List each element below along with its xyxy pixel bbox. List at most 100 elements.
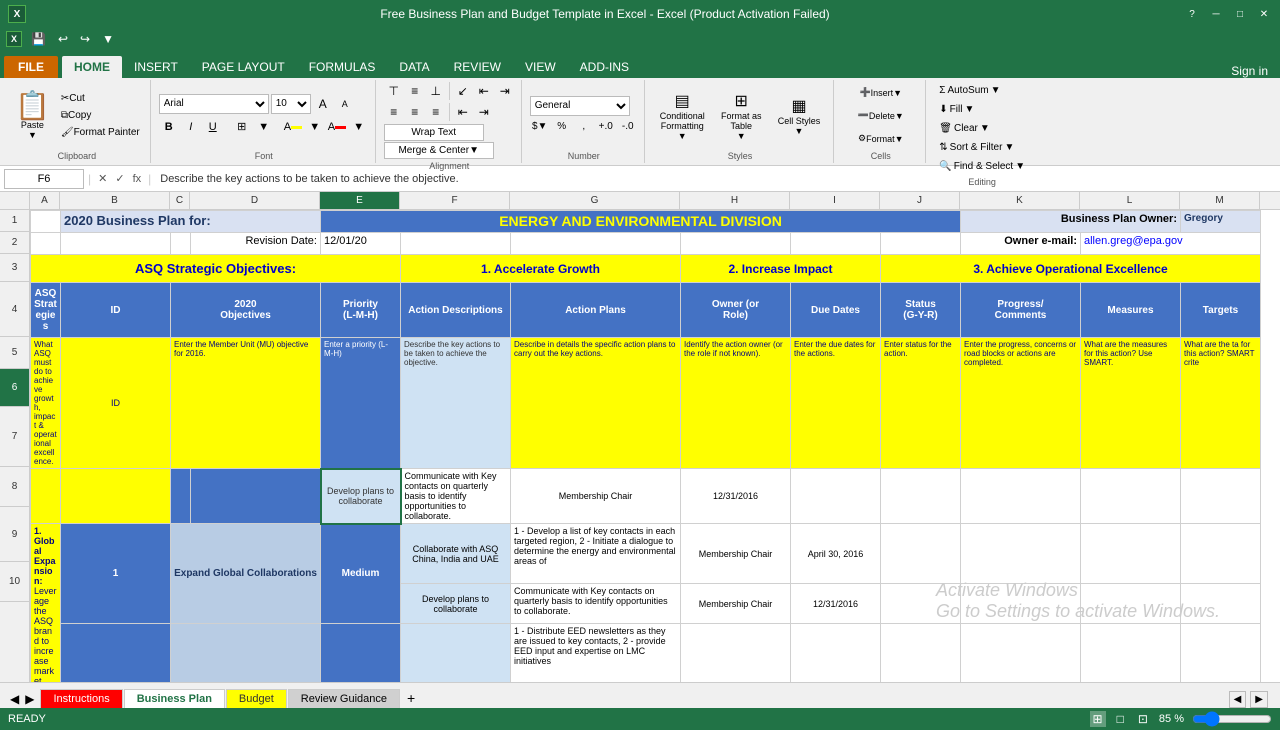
cell-b1[interactable]: 2020 Business Plan for:: [61, 211, 321, 233]
cell-b5[interactable]: ID: [61, 338, 171, 469]
cell-j2[interactable]: [881, 233, 961, 255]
maximize-button[interactable]: □: [1232, 6, 1248, 22]
addins-tab[interactable]: ADD-INS: [568, 56, 641, 78]
border-dropdown[interactable]: ▼: [254, 117, 274, 137]
autosum-button[interactable]: Σ AutoSum ▼: [934, 82, 1030, 99]
tab-prev-button[interactable]: ◀: [8, 690, 21, 708]
confirm-formula-button[interactable]: ✓: [112, 172, 127, 185]
font-color-dropdown[interactable]: ▼: [349, 117, 369, 137]
cell-k9[interactable]: [961, 624, 1081, 683]
col-header-a[interactable]: A: [30, 192, 60, 209]
cell-d6[interactable]: [191, 469, 321, 524]
undo-qa-button[interactable]: ↩: [55, 31, 71, 47]
view-tab[interactable]: VIEW: [513, 56, 568, 78]
format-painter-button[interactable]: 🖌 Format Painter: [57, 125, 144, 140]
cell-styles-dropdown[interactable]: ▼: [795, 126, 804, 136]
paste-button[interactable]: 📋 Paste ▼: [10, 89, 55, 143]
number-format-select[interactable]: General: [530, 96, 630, 116]
copy-button[interactable]: ⧉ Copy: [57, 108, 144, 123]
col-header-d[interactable]: D: [190, 192, 320, 209]
decimal-dec-button[interactable]: -.0: [618, 118, 638, 136]
cell-g4[interactable]: Action Plans: [511, 283, 681, 338]
format-as-table-dropdown[interactable]: ▼: [737, 131, 746, 141]
row-header-2[interactable]: 2: [0, 232, 29, 254]
cell-k6[interactable]: [961, 469, 1081, 524]
cancel-formula-button[interactable]: ✕: [95, 172, 110, 185]
cell-e9[interactable]: High: [321, 624, 401, 683]
col-header-j[interactable]: J: [880, 192, 960, 209]
cell-e6[interactable]: Develop plans to collaborate: [321, 469, 401, 524]
cell-k1[interactable]: Business Plan Owner:: [961, 211, 1181, 233]
col-header-k[interactable]: K: [960, 192, 1080, 209]
cell-g8[interactable]: Communicate with Key contacts on quarter…: [511, 584, 681, 624]
page-break-view-button[interactable]: ⊡: [1135, 711, 1151, 727]
cell-c9[interactable]: Increase Global Member Growth: [171, 624, 321, 683]
cell-c6[interactable]: [171, 469, 191, 524]
cell-j6[interactable]: [881, 469, 961, 524]
cell-f6[interactable]: Communicate with Key contacts on quarter…: [401, 469, 511, 524]
format-cells-button[interactable]: ⚙ Format ▼: [851, 128, 911, 149]
text-direction-button[interactable]: ↙: [453, 82, 473, 100]
cell-m8[interactable]: [1181, 584, 1261, 624]
budget-tab[interactable]: Budget: [226, 689, 287, 708]
sort-filter-dropdown[interactable]: ▼: [1004, 142, 1014, 153]
name-box[interactable]: [4, 169, 84, 189]
cell-m6[interactable]: [1181, 469, 1261, 524]
cell-m7[interactable]: [1181, 524, 1261, 584]
delete-cells-button[interactable]: ➖ Delete ▼: [851, 105, 911, 126]
cell-h3[interactable]: 2. Increase Impact: [681, 255, 881, 283]
cell-i7[interactable]: April 30, 2016: [791, 524, 881, 584]
cell-b2[interactable]: [61, 233, 171, 255]
cell-j5[interactable]: Enter status for the action.: [881, 338, 961, 469]
cell-m9[interactable]: [1181, 624, 1261, 683]
data-tab[interactable]: DATA: [387, 56, 441, 78]
cell-f8[interactable]: Develop plans to collaborate: [401, 584, 511, 624]
cell-a5[interactable]: What ASQ must do to achieve growth, impa…: [31, 338, 61, 469]
add-sheet-button[interactable]: +: [401, 688, 421, 708]
cell-l8[interactable]: [1081, 584, 1181, 624]
font-size-decrease[interactable]: A: [335, 94, 355, 114]
cell-f4[interactable]: Action Descriptions: [401, 283, 511, 338]
cell-e2[interactable]: 12/01/20: [321, 233, 401, 255]
cell-a1[interactable]: [31, 211, 61, 233]
review-tab[interactable]: REVIEW: [442, 56, 513, 78]
comma-button[interactable]: ,: [574, 118, 594, 136]
cell-e4[interactable]: Priority(L-M-H): [321, 283, 401, 338]
review-guidance-tab[interactable]: Review Guidance: [288, 689, 400, 708]
cell-l9[interactable]: [1081, 624, 1181, 683]
decimal-inc-button[interactable]: +.0: [596, 118, 616, 136]
formula-input[interactable]: [155, 169, 1276, 189]
cell-a2[interactable]: [31, 233, 61, 255]
cell-e1[interactable]: ENERGY AND ENVIRONMENTAL DIVISION: [321, 211, 961, 233]
cell-b6[interactable]: [61, 469, 171, 524]
formulas-tab[interactable]: FORMULAS: [297, 56, 388, 78]
row-header-3[interactable]: 3: [0, 254, 29, 282]
align-middle-button[interactable]: ≡: [405, 82, 425, 100]
cell-f9[interactable]: Support Country Counselor Activities: [401, 624, 511, 683]
fill-color-dropdown[interactable]: ▼: [305, 117, 325, 137]
cell-i5[interactable]: Enter the due dates for the actions.: [791, 338, 881, 469]
underline-button[interactable]: U: [203, 117, 223, 137]
insert-cells-dropdown[interactable]: ▼: [893, 88, 902, 98]
row-header-7[interactable]: 7: [0, 407, 29, 467]
cell-l5[interactable]: What are the measures for this action? U…: [1081, 338, 1181, 469]
row-header-9[interactable]: 9: [0, 507, 29, 562]
business-plan-tab[interactable]: Business Plan: [124, 689, 225, 708]
cell-g2[interactable]: [511, 233, 681, 255]
row-header-1[interactable]: 1: [0, 210, 29, 232]
row-header-6[interactable]: 6: [0, 369, 29, 407]
align-left-button[interactable]: ≡: [384, 103, 404, 121]
cell-f2[interactable]: [401, 233, 511, 255]
instructions-tab[interactable]: Instructions: [40, 689, 122, 708]
cell-j4[interactable]: Status(G-Y-R): [881, 283, 961, 338]
cell-m1[interactable]: Gregory: [1181, 211, 1261, 233]
merge-center-button[interactable]: Merge & Center ▼: [384, 142, 494, 159]
wrap-text-button[interactable]: Wrap Text: [384, 124, 484, 141]
font-size-select[interactable]: 10: [271, 94, 311, 114]
cell-a4[interactable]: ASQ Strategies: [31, 283, 61, 338]
italic-button[interactable]: I: [181, 117, 201, 137]
cell-i6[interactable]: [791, 469, 881, 524]
format-cells-dropdown[interactable]: ▼: [895, 134, 904, 144]
conditional-formatting-button[interactable]: ▤ ConditionalFormatting ▼: [653, 86, 712, 146]
cell-k2[interactable]: Owner e-mail:: [961, 233, 1081, 255]
